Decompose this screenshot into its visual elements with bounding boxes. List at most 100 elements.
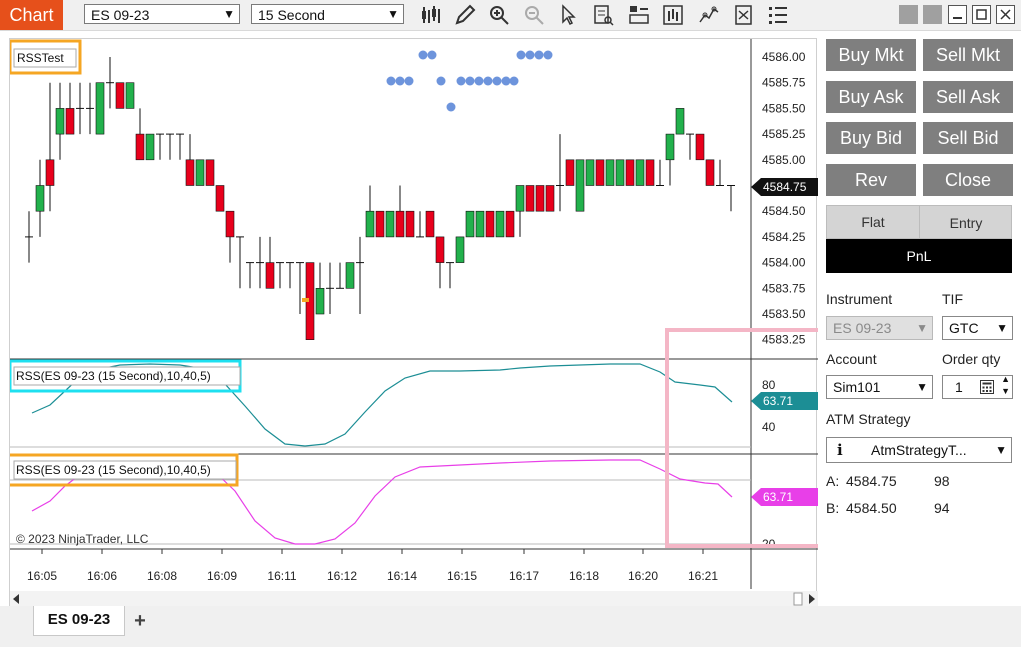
mid-value-label: 63.71 bbox=[763, 394, 793, 408]
candle-body bbox=[385, 210, 395, 238]
candle-body bbox=[55, 108, 65, 135]
candle-body bbox=[585, 159, 595, 186]
bid-size: 94 bbox=[934, 500, 950, 516]
zoom-out-icon[interactable] bbox=[522, 3, 546, 27]
sell-ask-button[interactable]: Sell Ask bbox=[923, 81, 1013, 113]
time-tick-label: 16:17 bbox=[509, 569, 539, 583]
signal-dot bbox=[386, 76, 396, 86]
maximize-icon[interactable] bbox=[972, 5, 991, 24]
position-bar: Flat Entry bbox=[826, 205, 1012, 239]
sell-mkt-button[interactable]: Sell Mkt bbox=[923, 39, 1013, 71]
atm-strategy-value: AtmStrategyT... bbox=[871, 442, 967, 458]
data-box-icon[interactable] bbox=[591, 3, 615, 27]
indicators-icon[interactable] bbox=[697, 3, 721, 27]
price-tick-label: 4585.50 bbox=[762, 101, 806, 115]
chart-trader-icon[interactable] bbox=[627, 3, 651, 27]
instrument-select[interactable]: ES 09-23 ▼ bbox=[84, 4, 240, 24]
candle-body bbox=[205, 159, 215, 186]
chevron-down-icon: ▼ bbox=[223, 7, 235, 21]
buy-ask-button[interactable]: Buy Ask bbox=[826, 81, 916, 113]
sell-bid-button[interactable]: Sell Bid bbox=[923, 122, 1013, 154]
chevron-down-icon: ▼ bbox=[387, 7, 399, 21]
buy-mkt-button[interactable]: Buy Mkt bbox=[826, 39, 916, 71]
signal-dot bbox=[404, 76, 414, 86]
gray-square-icon[interactable] bbox=[899, 5, 918, 24]
position-entry: Entry bbox=[949, 215, 983, 231]
candle-body bbox=[35, 185, 45, 212]
price-tick-label: 4585.25 bbox=[762, 127, 806, 141]
templates-icon[interactable] bbox=[732, 3, 756, 27]
scroll-thumb[interactable] bbox=[793, 592, 803, 606]
chevron-down-icon: ▼ bbox=[996, 321, 1008, 335]
time-tick-label: 16:15 bbox=[447, 569, 477, 583]
candle-body bbox=[115, 82, 125, 109]
candle-body bbox=[635, 159, 645, 186]
spinner-down-icon[interactable]: ▼ bbox=[1001, 386, 1010, 396]
info-icon[interactable]: i bbox=[837, 439, 843, 461]
rev-button[interactable]: Rev bbox=[826, 164, 916, 196]
candle-body bbox=[425, 210, 435, 238]
gray-square-icon[interactable] bbox=[923, 5, 942, 24]
signal-dot bbox=[534, 50, 544, 60]
candle-body bbox=[315, 288, 325, 315]
chevron-down-icon: ▼ bbox=[995, 443, 1007, 457]
minimize-icon[interactable] bbox=[948, 5, 967, 24]
ask-price: 4584.75 bbox=[846, 473, 897, 489]
calculator-icon[interactable] bbox=[980, 380, 994, 394]
candle-body bbox=[575, 159, 585, 212]
candle-body bbox=[675, 108, 685, 135]
signal-dot bbox=[427, 50, 437, 60]
close-button[interactable]: Close bbox=[923, 164, 1013, 196]
price-tick-label: 4586.00 bbox=[762, 50, 806, 64]
signal-dot bbox=[543, 50, 553, 60]
chart-panel[interactable]: 4586.00 4585.75 4585.50 4585.25 4585.00 4584.… bbox=[9, 38, 818, 607]
tab-es-09-23[interactable]: ES 09-23 bbox=[33, 606, 125, 636]
signal-dot bbox=[501, 76, 511, 86]
position-flat: Flat bbox=[827, 206, 920, 238]
candle-body bbox=[345, 262, 355, 289]
pointer-icon[interactable] bbox=[556, 3, 580, 27]
candle-body bbox=[485, 210, 495, 238]
time-tick-label: 16:21 bbox=[688, 569, 718, 583]
interval-select[interactable]: 15 Second ▼ bbox=[251, 4, 404, 24]
add-tab-button[interactable]: + bbox=[128, 609, 152, 633]
candle-body bbox=[595, 159, 605, 186]
price-chart[interactable]: 4586.00 4585.75 4585.50 4585.25 4585.00 4584.… bbox=[10, 39, 818, 607]
candle-body bbox=[265, 262, 275, 289]
zoom-in-icon[interactable] bbox=[487, 3, 511, 27]
order-qty-label: Order qty bbox=[942, 351, 1001, 367]
marker bbox=[302, 298, 309, 302]
tif-select[interactable]: GTC ▼ bbox=[942, 316, 1013, 340]
signal-dot bbox=[483, 76, 493, 86]
candle-body bbox=[365, 210, 375, 238]
mid-tick-40: 40 bbox=[762, 420, 776, 434]
candle-body bbox=[185, 159, 195, 186]
candle-body bbox=[435, 236, 445, 263]
bid-price: 4584.50 bbox=[846, 500, 897, 516]
spinner-up-icon[interactable]: ▲ bbox=[1001, 374, 1010, 384]
candle-body bbox=[135, 133, 145, 161]
time-tick-label: 16:20 bbox=[628, 569, 658, 583]
properties-icon[interactable] bbox=[766, 3, 790, 27]
candle-body bbox=[615, 159, 625, 186]
instrument-select-value: ES 09-23 bbox=[91, 7, 150, 23]
buy-bid-button[interactable]: Buy Bid bbox=[826, 122, 916, 154]
order-qty-field[interactable]: 1 ▲ ▼ bbox=[942, 374, 1013, 399]
mid-tick-80: 80 bbox=[762, 378, 776, 392]
bar-type-icon[interactable] bbox=[419, 3, 443, 27]
draw-pencil-icon[interactable] bbox=[453, 3, 477, 27]
candle-body bbox=[45, 159, 55, 186]
candle-body bbox=[455, 236, 465, 263]
account-select[interactable]: Sim101 ▼ bbox=[826, 375, 933, 399]
price-tick-label: 4583.75 bbox=[762, 281, 806, 295]
chevron-down-icon: ▼ bbox=[916, 380, 928, 394]
horizontal-scrollbar[interactable] bbox=[10, 591, 818, 607]
candle-body bbox=[505, 210, 515, 238]
indicator-label-mid: RSS(ES 09-23 (15 Second),10,40,5) bbox=[16, 369, 211, 383]
title-bar: Chart ES 09-23 ▼ 15 Second ▼ bbox=[0, 0, 1021, 31]
strategies-icon[interactable] bbox=[661, 3, 685, 27]
candle-body bbox=[605, 159, 615, 186]
close-icon[interactable] bbox=[996, 5, 1015, 24]
atm-strategy-select[interactable]: i AtmStrategyT... ▼ bbox=[826, 437, 1012, 463]
instrument-field[interactable]: ES 09-23 ▼ bbox=[826, 316, 933, 340]
